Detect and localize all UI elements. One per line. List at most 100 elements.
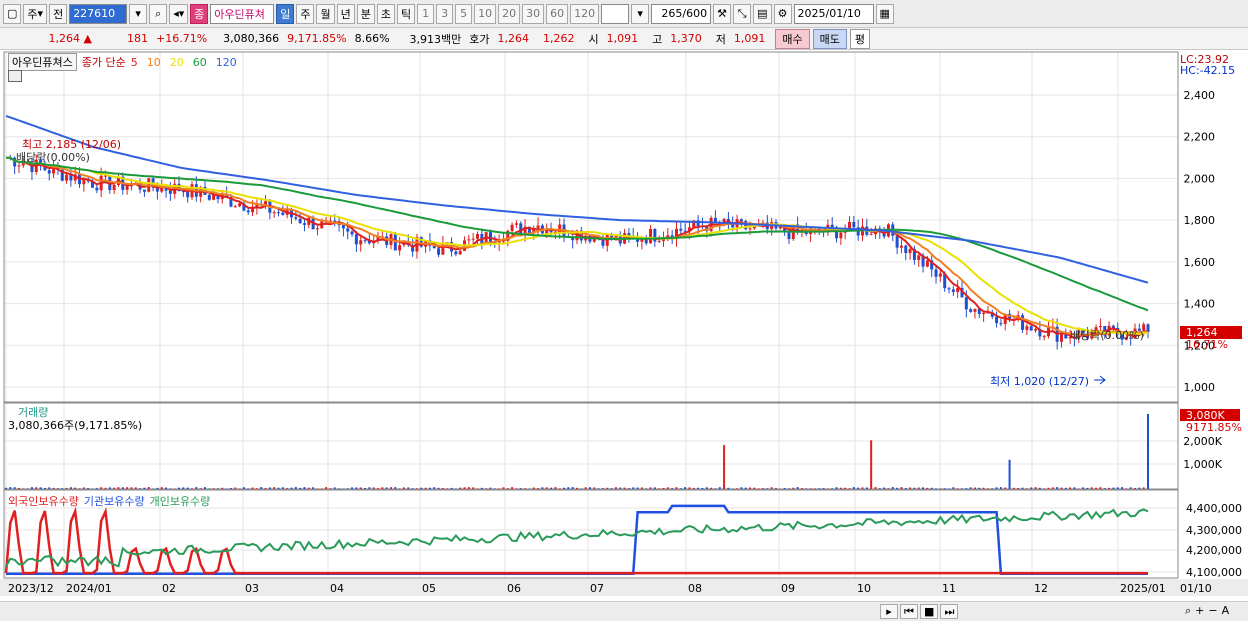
volume-bar bbox=[1056, 487, 1058, 489]
volume-bar bbox=[849, 488, 851, 489]
volume-bar bbox=[771, 487, 773, 489]
stock-name-label[interactable]: 아우딘퓨쳐스 bbox=[8, 53, 77, 71]
volume-bar bbox=[412, 488, 414, 489]
period-second[interactable]: 초 bbox=[377, 4, 395, 24]
institution-legend[interactable]: 기관보유수량 bbox=[84, 493, 145, 509]
last-icon[interactable]: ⏭ bbox=[940, 604, 958, 619]
num-5[interactable]: 5 bbox=[455, 4, 472, 24]
speaker-icon[interactable]: ◂▾ bbox=[169, 4, 188, 24]
save-icon[interactable]: ▤ bbox=[753, 4, 771, 24]
volume-bar bbox=[1065, 488, 1067, 489]
toolbar: ▢ 주▾ 전 227610 ▾ ⌕ ◂▾ 종 아우딘퓨쳐 일 주 월 년 분 초… bbox=[0, 0, 1248, 28]
market-select[interactable]: 주▾ bbox=[23, 4, 47, 24]
ma-legend-120[interactable]: 120 bbox=[216, 56, 237, 69]
dropdown-icon[interactable]: ▾ bbox=[129, 4, 147, 24]
volume-bar bbox=[546, 487, 548, 489]
search-zoom-icon[interactable]: ⌕ bbox=[1185, 604, 1191, 618]
chart-tool-icon[interactable]: ⚒ bbox=[713, 4, 731, 24]
num-10[interactable]: 10 bbox=[474, 4, 496, 24]
volume-bar bbox=[187, 488, 189, 489]
x-tick: 2023/12 bbox=[8, 582, 54, 595]
volume-bar bbox=[559, 488, 561, 489]
period-tick[interactable]: 틱 bbox=[397, 4, 415, 24]
volume-bar bbox=[628, 488, 630, 489]
series-label[interactable]: 종가 단순 bbox=[82, 54, 126, 70]
period-day[interactable]: 일 bbox=[276, 4, 294, 24]
first-icon[interactable]: ⏮ bbox=[900, 604, 918, 619]
x-tick: 04 bbox=[330, 582, 344, 595]
custom-period-dropdown-icon[interactable]: ▾ bbox=[631, 4, 649, 24]
date-input[interactable]: 2025/01/10 bbox=[794, 4, 874, 24]
ma-legend-10[interactable]: 10 bbox=[147, 56, 161, 69]
period-minute[interactable]: 분 bbox=[357, 4, 375, 24]
individual-legend[interactable]: 개인보유수량 bbox=[150, 493, 211, 509]
count-input[interactable]: 265/600 bbox=[651, 4, 711, 24]
scroll-right-icon[interactable]: ▸ bbox=[880, 604, 898, 619]
volume-bar bbox=[788, 488, 790, 489]
stock-chart[interactable]: 2,4002,2002,0001,8001,6001,4001,2001,000… bbox=[0, 50, 1248, 621]
current-price: 1,264 ▲ bbox=[0, 32, 96, 45]
code-input[interactable]: 227610 bbox=[69, 4, 127, 24]
zoom-in-icon[interactable]: + bbox=[1195, 604, 1204, 618]
num-3[interactable]: 3 bbox=[436, 4, 453, 24]
volume-bar bbox=[1086, 488, 1088, 489]
volume-bar bbox=[295, 487, 297, 489]
nav-controls: ▸ ⏮ ■ ⏭ bbox=[880, 604, 958, 619]
foreign-legend[interactable]: 외국인보유수량 bbox=[8, 493, 79, 509]
chart-menu-icon[interactable] bbox=[8, 70, 22, 82]
num-60[interactable]: 60 bbox=[546, 4, 568, 24]
calendar-icon[interactable]: ▦ bbox=[876, 4, 894, 24]
volume-bar bbox=[619, 487, 621, 489]
sell-button[interactable]: 매도 bbox=[813, 29, 847, 49]
ma-legend-60[interactable]: 60 bbox=[193, 56, 207, 69]
candle-body bbox=[1030, 326, 1033, 330]
volume-bar bbox=[1060, 488, 1062, 489]
y-tick: 1,600 bbox=[1184, 256, 1216, 269]
x-tick: 11 bbox=[942, 582, 956, 595]
ma-legend-20[interactable]: 20 bbox=[170, 56, 184, 69]
num-30[interactable]: 30 bbox=[522, 4, 544, 24]
ma-legend-5[interactable]: 5 bbox=[131, 56, 138, 69]
buy-button[interactable]: 매수 bbox=[775, 29, 809, 49]
volume-bar bbox=[753, 488, 755, 489]
volume-bar bbox=[697, 488, 699, 489]
x-axis-bg bbox=[0, 579, 1248, 596]
gear-icon[interactable]: ⚙ bbox=[774, 4, 792, 24]
candle-body bbox=[995, 317, 998, 323]
stock-name-field[interactable]: 아우딘퓨쳐 bbox=[210, 4, 274, 24]
low-annotation: 최저 1,020 (12/27) bbox=[990, 375, 1089, 388]
y-tick: 1,800 bbox=[1184, 214, 1216, 227]
custom-period-input[interactable] bbox=[601, 4, 629, 24]
num-1[interactable]: 1 bbox=[417, 4, 434, 24]
volume-bar bbox=[122, 487, 124, 489]
volume-bar bbox=[658, 488, 660, 489]
volume-bar bbox=[87, 488, 89, 489]
period-month[interactable]: 월 bbox=[316, 4, 334, 24]
stop-icon[interactable]: ■ bbox=[920, 604, 938, 619]
volume-bar bbox=[48, 487, 50, 489]
prev-button[interactable]: 전 bbox=[49, 4, 67, 24]
candle-body bbox=[281, 213, 284, 215]
volume-bar bbox=[589, 487, 591, 489]
period-year[interactable]: 년 bbox=[337, 4, 355, 24]
volume-bar bbox=[650, 487, 652, 489]
search-icon[interactable]: ⌕ bbox=[149, 4, 167, 24]
window-icon[interactable]: ▢ bbox=[3, 4, 21, 24]
volume-bar bbox=[502, 487, 504, 489]
num-20[interactable]: 20 bbox=[498, 4, 520, 24]
hoga-1: 1,264 bbox=[494, 32, 534, 45]
font-icon[interactable]: A bbox=[1222, 604, 1230, 618]
zoom-out-icon[interactable]: − bbox=[1208, 604, 1217, 618]
volume-bar bbox=[92, 488, 94, 489]
volume-bar bbox=[213, 488, 215, 489]
chart-area[interactable]: 2,4002,2002,0001,8001,6001,4001,2001,000… bbox=[0, 50, 1248, 621]
volume-bar bbox=[1043, 488, 1045, 489]
candle-body bbox=[982, 313, 985, 314]
x-tick: 07 bbox=[590, 582, 604, 595]
period-week[interactable]: 주 bbox=[296, 4, 314, 24]
ma-legend: 5 10 20 60 120 bbox=[131, 56, 237, 69]
draw-icon[interactable]: ⤡ bbox=[733, 4, 751, 24]
eval-button[interactable]: 평 bbox=[850, 29, 870, 49]
num-120[interactable]: 120 bbox=[570, 4, 599, 24]
volume-bar bbox=[926, 488, 928, 489]
